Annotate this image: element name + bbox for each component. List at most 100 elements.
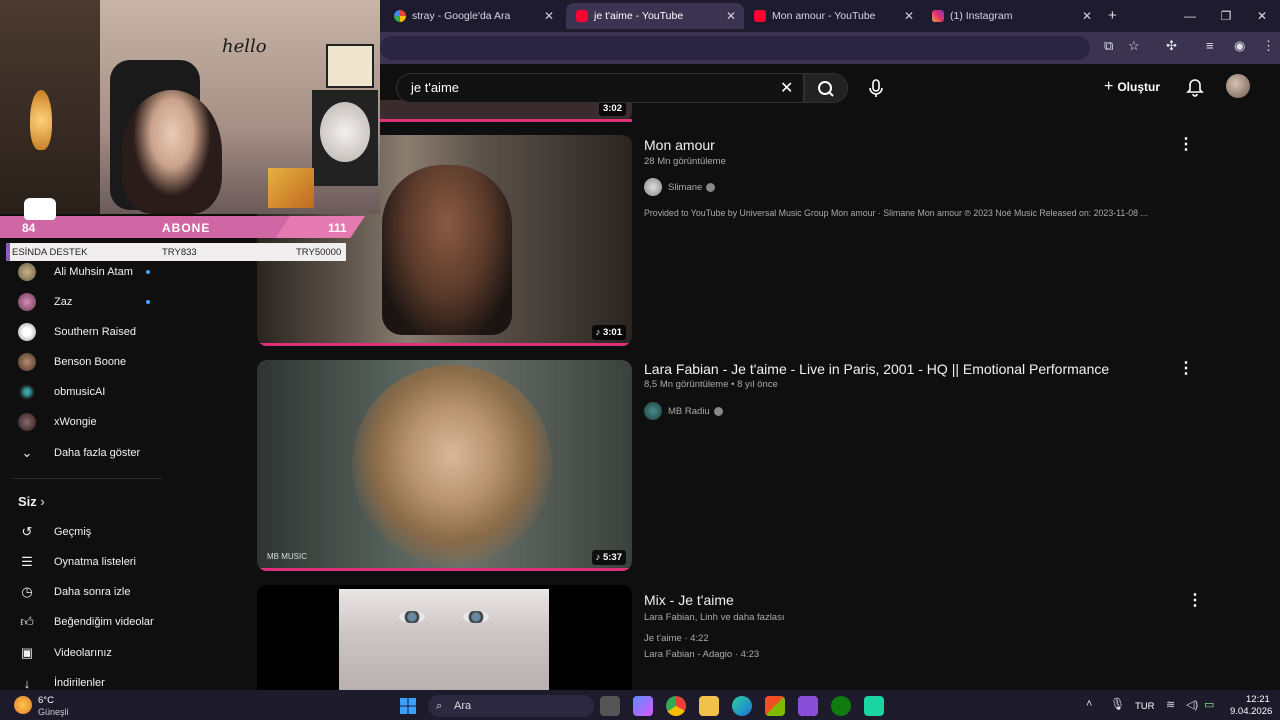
- task-view-icon[interactable]: [600, 696, 620, 716]
- prev-video-thumbnail[interactable]: 3:02: [380, 100, 632, 122]
- close-icon[interactable]: ✕: [1082, 9, 1092, 23]
- video-title[interactable]: Mon amour: [644, 137, 715, 153]
- notifications-button[interactable]: [1186, 78, 1204, 103]
- you-section-header[interactable]: Siz ›: [18, 494, 45, 509]
- clock-date[interactable]: 9.04.2026: [1230, 706, 1272, 717]
- sidebar-item-your-videos[interactable]: ▣ Videolarınız: [18, 643, 112, 663]
- video-title[interactable]: Lara Fabian - Je t'aime - Live in Paris,…: [644, 361, 1109, 377]
- mix-subtitle: Lara Fabian, Linh ve daha fazlası: [644, 612, 785, 623]
- clear-search-icon[interactable]: ✕: [780, 78, 793, 98]
- extensions-icon[interactable]: ✣: [1166, 38, 1177, 54]
- sidebar-item-subscription[interactable]: Benson Boone: [18, 352, 126, 372]
- cast-icon[interactable]: ⧉: [1104, 38, 1113, 54]
- xbox-icon[interactable]: [831, 696, 851, 716]
- wifi-icon[interactable]: ≋: [1166, 698, 1175, 711]
- clock-time[interactable]: 12:21: [1246, 694, 1270, 705]
- video-meta: 8,5 Mn görüntüleme • 8 yıl önce: [644, 379, 778, 390]
- more-options-icon[interactable]: ⋮: [1178, 134, 1194, 154]
- poster-sunflower: [268, 168, 314, 208]
- sidebar-divider: [12, 478, 162, 479]
- subscriber-current: 84: [22, 221, 36, 235]
- sidebar-item-label: xWongie: [54, 416, 97, 428]
- search-button[interactable]: [804, 73, 848, 103]
- watch-progress: [257, 343, 632, 346]
- wall-writing: hello: [222, 36, 267, 57]
- sidebar-item-label: Ali Muhsin Atam: [54, 266, 133, 278]
- voice-search-button[interactable]: [862, 74, 890, 102]
- mix-track[interactable]: Lara Fabian - Adagio · 4:23: [644, 649, 759, 660]
- video-views: 28 Mn görüntüleme: [644, 156, 726, 167]
- show-more-button[interactable]: ⌄ Daha fazla göster: [18, 443, 141, 463]
- sidebar-item-label: Southern Raised: [54, 326, 136, 338]
- channel-link[interactable]: MB Radiu: [644, 402, 723, 420]
- sidebar-item-liked[interactable]: 👍︎ Beğendiğim videolar: [18, 612, 153, 632]
- new-content-dot: [146, 270, 150, 274]
- more-options-icon[interactable]: ⋮: [1187, 590, 1203, 610]
- watch-progress: [380, 119, 632, 122]
- account-avatar[interactable]: [1226, 74, 1250, 98]
- sidebar-item-subscription[interactable]: Ali Muhsin Atam: [18, 262, 150, 282]
- battery-icon[interactable]: ▭: [1204, 698, 1214, 711]
- copilot-icon[interactable]: [633, 696, 653, 716]
- media-icon[interactable]: ≡: [1206, 38, 1214, 53]
- taskbar-search[interactable]: ⌕ Ara: [428, 695, 594, 717]
- sidebar-item-label: Geçmiş: [54, 526, 92, 538]
- search-icon: ⌕: [436, 700, 443, 712]
- restore-icon[interactable]: ❐: [1208, 9, 1244, 23]
- weather-temp[interactable]: 6°C: [38, 695, 54, 706]
- chevron-up-icon[interactable]: ˄: [1086, 698, 1092, 710]
- weather-icon[interactable]: [14, 696, 32, 714]
- donation-current: TRY833: [162, 246, 197, 258]
- mix-title[interactable]: Mix - Je t'aime: [644, 592, 734, 608]
- sidebar-item-subscription[interactable]: obmusicAI: [18, 382, 105, 402]
- sidebar-item-subscription[interactable]: Zaz: [18, 292, 150, 312]
- tab-google[interactable]: stray - Google'da Ara ✕: [384, 3, 562, 29]
- channel-link[interactable]: Slimane: [644, 178, 716, 196]
- sidebar-item-watch-later[interactable]: ◷ Daha sonra izle: [18, 582, 130, 602]
- app-icon[interactable]: [798, 696, 818, 716]
- bookmark-star-icon[interactable]: ☆: [1128, 38, 1140, 54]
- sidebar-item-label: Videolarınız: [54, 647, 112, 659]
- mix-track[interactable]: Je t'aime · 4:22: [644, 633, 709, 644]
- close-icon[interactable]: ✕: [726, 9, 736, 23]
- store-icon[interactable]: [765, 696, 785, 716]
- more-options-icon[interactable]: ⋮: [1178, 358, 1194, 378]
- language-indicator[interactable]: TUR: [1135, 701, 1155, 712]
- sidebar-item-playlists[interactable]: ☰ Oynatma listeleri: [18, 552, 136, 572]
- close-icon[interactable]: ✕: [904, 9, 914, 23]
- sidebar-item-history[interactable]: ↺ Geçmiş: [18, 522, 92, 542]
- start-button[interactable]: [398, 696, 418, 716]
- cat-mascot-icon: [24, 198, 56, 220]
- mix-thumbnail[interactable]: [257, 585, 632, 690]
- sidebar-item-label: Zaz: [54, 296, 73, 308]
- mic-icon[interactable]: 🎙︎: [1110, 697, 1125, 711]
- mix-cover-image: [339, 589, 549, 690]
- sidebar-item-subscription[interactable]: xWongie: [18, 412, 97, 432]
- playlists-icon: ☰: [21, 554, 33, 569]
- tab-label: stray - Google'da Ara: [412, 10, 511, 22]
- edge-icon[interactable]: [732, 696, 752, 716]
- channel-avatar: [18, 263, 36, 281]
- search-input[interactable]: je t'aime: [396, 73, 804, 103]
- create-button[interactable]: + Oluştur: [1104, 78, 1160, 96]
- google-icon: [394, 10, 406, 22]
- close-icon[interactable]: ✕: [544, 9, 554, 23]
- address-bar[interactable]: [380, 36, 1090, 60]
- tab-youtube-active[interactable]: je t'aime - YouTube ✕: [566, 3, 744, 29]
- tab-instagram[interactable]: (1) Instagram ✕: [922, 3, 1100, 29]
- profile-icon[interactable]: ◉: [1234, 38, 1245, 54]
- file-explorer-icon[interactable]: [699, 696, 719, 716]
- video-thumbnail[interactable]: MB MUSIC ♪ 5:37: [257, 360, 632, 571]
- channel-avatar: [644, 402, 662, 420]
- close-window-icon[interactable]: ✕: [1244, 9, 1280, 23]
- tab-mon-amour[interactable]: Mon amour - YouTube ✕: [744, 3, 922, 29]
- new-tab-button[interactable]: +: [1108, 7, 1117, 24]
- minimize-icon[interactable]: —: [1172, 9, 1208, 23]
- new-content-dot: [146, 300, 150, 304]
- create-label: Oluştur: [1117, 80, 1161, 94]
- volume-icon[interactable]: ◁): [1186, 698, 1198, 711]
- menu-icon[interactable]: ⋮: [1262, 38, 1275, 54]
- chrome-icon[interactable]: [666, 696, 686, 716]
- sidebar-item-subscription[interactable]: Southern Raised: [18, 322, 136, 342]
- app-icon[interactable]: [864, 696, 884, 716]
